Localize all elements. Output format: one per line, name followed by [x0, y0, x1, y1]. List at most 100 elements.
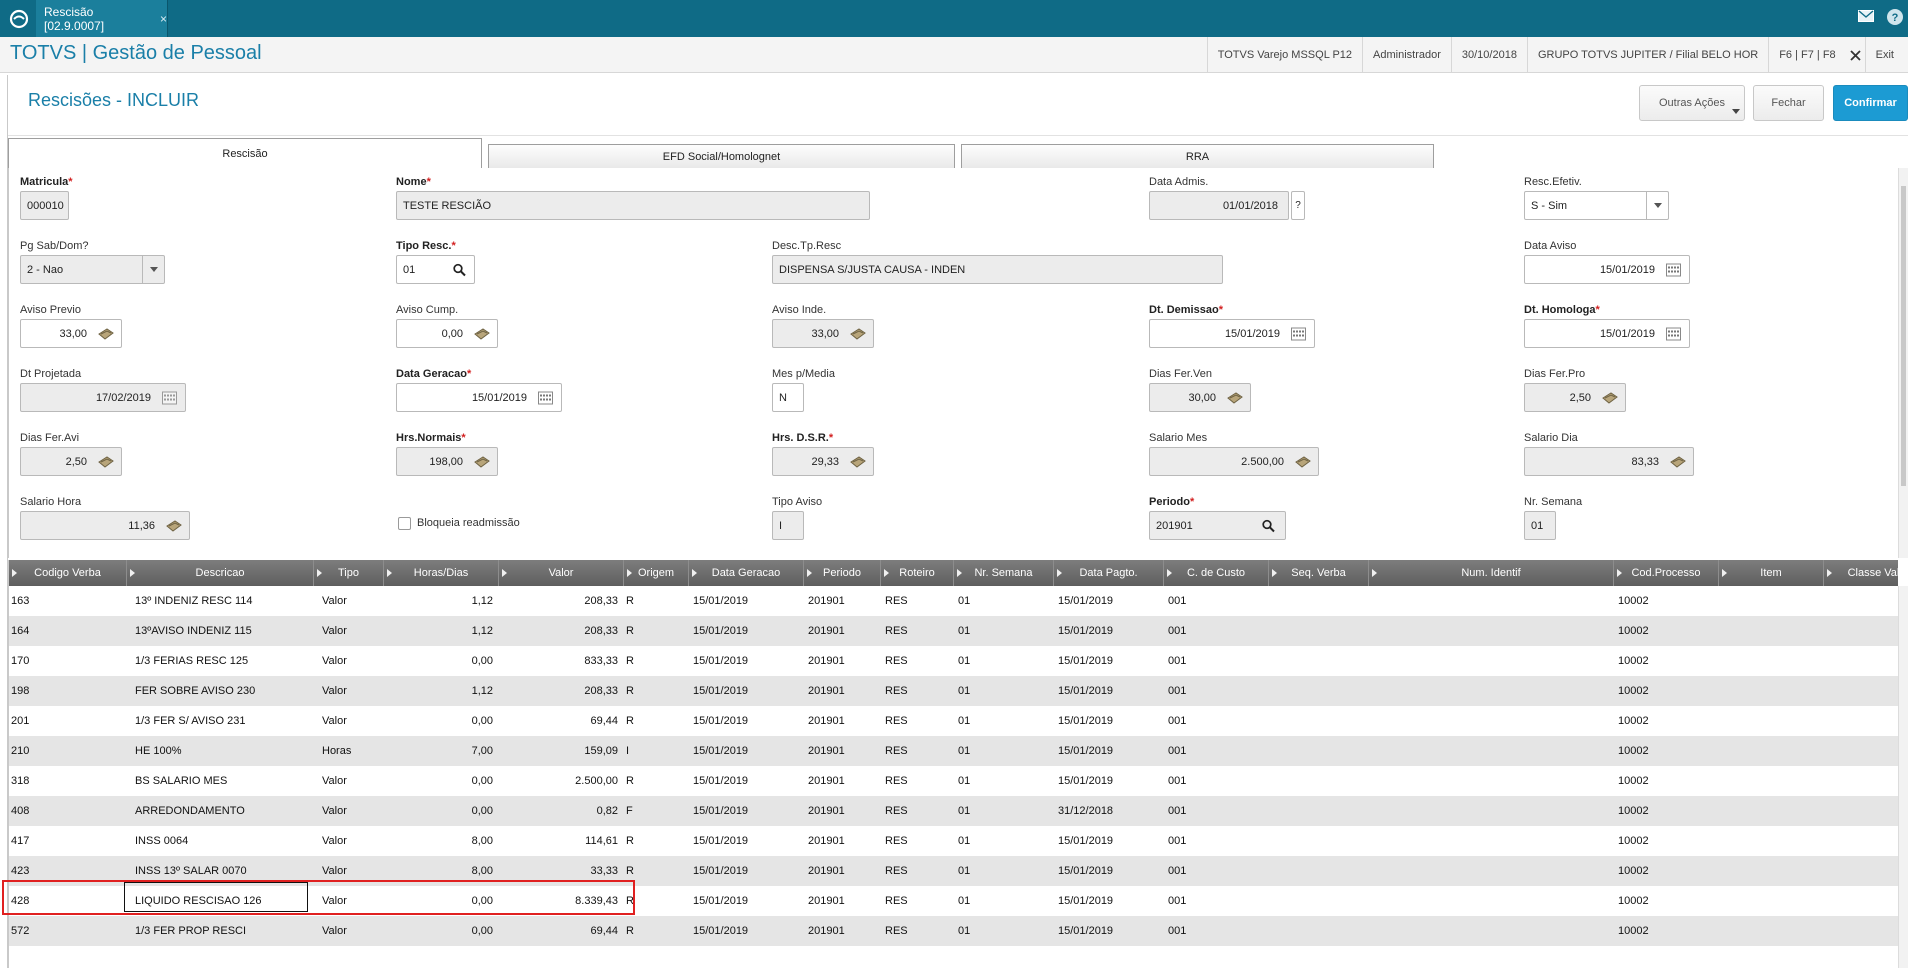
window-tab[interactable]: Rescisão [02.9.0007] × — [36, 0, 168, 37]
salario-mes-input[interactable]: 2.500,00 — [1149, 447, 1319, 476]
calculator-icon[interactable] — [1670, 455, 1686, 468]
calculator-icon[interactable] — [1227, 391, 1243, 404]
calculator-icon[interactable] — [474, 327, 490, 340]
form-scrollbar[interactable] — [1898, 168, 1908, 558]
calendar-icon[interactable] — [1291, 327, 1306, 340]
data-admis-help-button[interactable]: ? — [1291, 191, 1305, 220]
form-scrollbar-thumb[interactable] — [1901, 186, 1906, 486]
calculator-icon[interactable] — [850, 455, 866, 468]
calculator-icon[interactable] — [474, 455, 490, 468]
dropdown-icon[interactable] — [1646, 192, 1668, 219]
more-actions-button[interactable]: Outras Ações — [1639, 85, 1745, 121]
calculator-icon[interactable] — [1295, 455, 1311, 468]
mail-icon[interactable] — [1858, 10, 1878, 26]
column-header[interactable]: Cod.Processo — [1614, 560, 1719, 586]
grid-scrollbar[interactable] — [1898, 586, 1908, 968]
pg-sab-dom-select[interactable]: 2 - Nao — [20, 255, 165, 284]
table-cell: 15/01/2019 — [1058, 685, 1114, 697]
table-row[interactable]: 164 13ºAVISO INDENIZ 115 Valor 1,12 208,33 R 1… — [9, 616, 1898, 646]
table-cell — [1719, 706, 1824, 736]
column-header[interactable]: Item — [1719, 560, 1824, 586]
dropdown-icon[interactable] — [142, 256, 164, 283]
tab-efd-social[interactable]: EFD Social/Homolognet — [488, 144, 955, 168]
table-row[interactable]: 163 13º INDENIZ RESC 114 Valor 1,12 208,33 R 1… — [9, 586, 1898, 616]
aviso-previo-input[interactable]: 33,00 — [20, 319, 122, 348]
table-row[interactable]: 170 1/3 FERIAS RESC 125 Valor 0,00 833,33 R 15… — [9, 646, 1898, 676]
column-header[interactable]: Data Geracao — [689, 560, 804, 586]
calculator-icon[interactable] — [98, 455, 114, 468]
table-row[interactable]: 198 FER SOBRE AVISO 230 Valor 1,12 208,33 R 15… — [9, 676, 1898, 706]
confirm-button[interactable]: Confirmar — [1833, 85, 1908, 121]
calculator-icon[interactable] — [166, 519, 182, 532]
column-header[interactable]: Data Pagto. — [1054, 560, 1164, 586]
bloqueia-readmissao-checkbox[interactable] — [398, 517, 411, 530]
dt-projetada-input[interactable]: 17/02/2019 — [20, 383, 186, 412]
calculator-icon[interactable] — [1602, 391, 1618, 404]
table-row[interactable]: 572 1/3 FER PROP RESCI Valor 0,00 69,44 R 15/0… — [9, 916, 1898, 946]
search-icon[interactable] — [453, 263, 466, 276]
close-button[interactable]: Fechar — [1753, 85, 1824, 121]
table-row[interactable]: 201 1/3 FER S/ AVISO 231 Valor 0,00 69,44 R 15… — [9, 706, 1898, 736]
column-header[interactable]: Valor — [499, 560, 624, 586]
dt-demissao-input[interactable]: 15/01/2019 — [1149, 319, 1315, 348]
column-header[interactable]: Origem — [624, 560, 689, 586]
salario-dia-input[interactable]: 83,33 — [1524, 447, 1694, 476]
calculator-icon[interactable] — [98, 327, 114, 340]
aviso-inde-input[interactable]: 33,00 — [772, 319, 874, 348]
calendar-icon[interactable] — [1666, 327, 1681, 340]
periodo-value: 201901 — [1156, 519, 1193, 532]
calendar-icon[interactable] — [1666, 263, 1681, 276]
totvs-logo-icon[interactable] — [6, 6, 32, 32]
dias-fer-ven-input[interactable]: 30,00 — [1149, 383, 1251, 412]
table-cell: 10002 — [1618, 925, 1649, 937]
help-icon[interactable]: ? — [1886, 8, 1908, 30]
calendar-icon[interactable] — [538, 391, 553, 404]
tipo-aviso-input[interactable]: I — [772, 511, 804, 540]
aviso-cump-input[interactable]: 0,00 — [396, 319, 498, 348]
table-cell — [1369, 826, 1614, 856]
data-aviso-input[interactable]: 15/01/2019 — [1524, 255, 1690, 284]
hrs-dsr-input[interactable]: 29,33 — [772, 447, 874, 476]
search-icon[interactable] — [1262, 519, 1275, 532]
exit-button[interactable]: Exit — [1846, 37, 1908, 73]
column-header[interactable]: Periodo — [804, 560, 881, 586]
table-row[interactable]: 210 HE 100% Horas 7,00 159,09 I 15/01/2019 2019… — [9, 736, 1898, 766]
data-admis-input[interactable]: 01/01/2018 — [1149, 191, 1289, 220]
tab-rescisao[interactable]: Rescisão — [8, 138, 482, 168]
table-row[interactable]: 318 BS SALARIO MES Valor 0,00 2.500,00 R 15/01… — [9, 766, 1898, 796]
column-header[interactable]: Descricao — [127, 560, 314, 586]
calculator-icon[interactable] — [850, 327, 866, 340]
hrs-normais-input[interactable]: 198,00 — [396, 447, 498, 476]
nome-input[interactable]: TESTE RESCIÃO — [396, 191, 870, 220]
close-icon[interactable]: × — [160, 12, 167, 26]
table-cell: HE 100% — [135, 745, 182, 757]
dias-fer-pro-input[interactable]: 2,50 — [1524, 383, 1626, 412]
table-cell: 0,82 — [596, 805, 618, 817]
column-header[interactable]: Horas/Dias — [384, 560, 499, 586]
calendar-icon[interactable] — [162, 391, 177, 404]
periodo-input[interactable]: 201901 — [1149, 511, 1286, 540]
data-geracao-input[interactable]: 15/01/2019 — [396, 383, 562, 412]
column-header[interactable]: Seq. Verba — [1269, 560, 1369, 586]
matricula-input[interactable]: 000010 — [20, 191, 69, 220]
tipo-resc-input[interactable]: 01 — [396, 255, 475, 284]
column-header[interactable]: Nr. Semana — [954, 560, 1054, 586]
dias-fer-avi-input[interactable]: 2,50 — [20, 447, 122, 476]
table-cell — [1369, 616, 1614, 646]
mes-p-media-input[interactable]: N — [772, 383, 804, 412]
tab-rra[interactable]: RRA — [961, 144, 1434, 168]
salario-hora-input[interactable]: 11,36 — [20, 511, 190, 540]
nr-semana-input[interactable]: 01 — [1524, 511, 1556, 540]
table-row[interactable]: 408 ARREDONDAMENTO Valor 0,00 0,82 F 15/01/201… — [9, 796, 1898, 826]
resc-efetiv-select[interactable]: S - Sim — [1524, 191, 1669, 220]
column-header[interactable]: Codigo Verba — [9, 560, 127, 586]
column-header[interactable]: Roteiro — [881, 560, 954, 586]
desc-tp-resc-input[interactable]: DISPENSA S/JUSTA CAUSA - INDEN — [772, 255, 1223, 284]
column-header-label: Origem — [637, 567, 675, 579]
table-row[interactable]: 417 INSS 0064 Valor 8,00 114,61 R 15/01/2019 20… — [9, 826, 1898, 856]
column-header[interactable]: Tipo — [314, 560, 384, 586]
column-header[interactable]: C. de Custo — [1164, 560, 1269, 586]
dt-homologa-input[interactable]: 15/01/2019 — [1524, 319, 1690, 348]
column-header[interactable]: Num. Identif — [1369, 560, 1614, 586]
column-header[interactable]: Classe Val — [1824, 560, 1898, 586]
